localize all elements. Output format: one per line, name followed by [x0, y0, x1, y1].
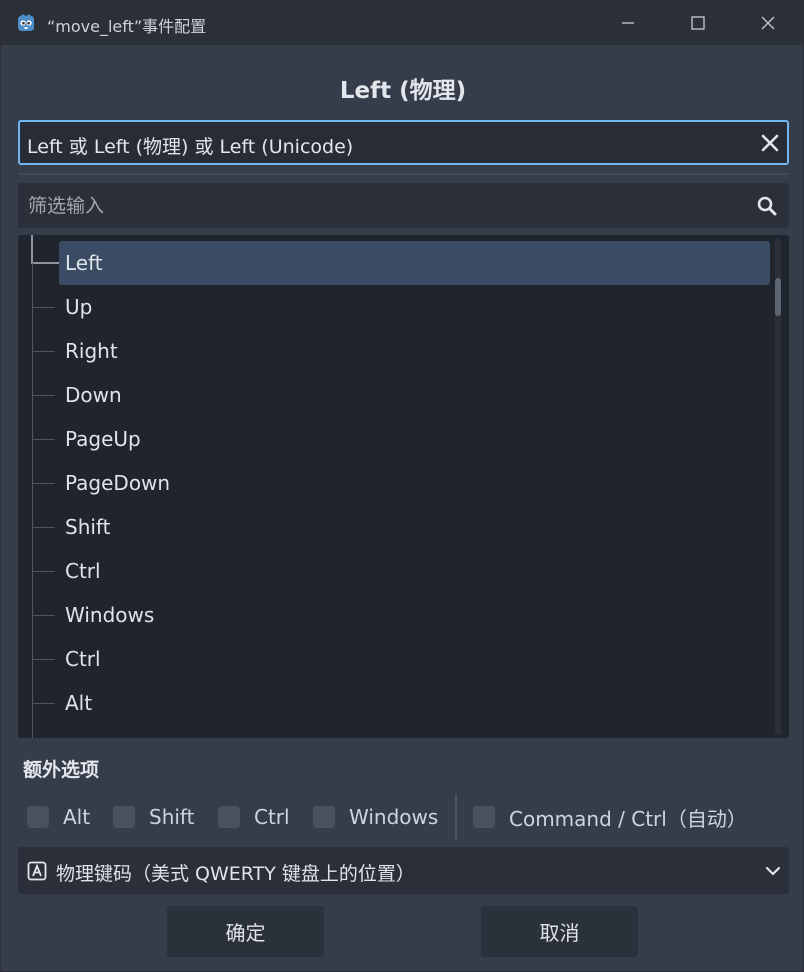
- tree-item-label: Down: [65, 383, 122, 407]
- tree-item-label: Alt: [65, 691, 93, 715]
- tree-guide-line: [33, 307, 55, 308]
- tree-item[interactable]: Down: [33, 373, 770, 417]
- key-location-value: 物理键码（美式 QWERTY 键盘上的位置）: [56, 863, 415, 885]
- tree-item[interactable]: Left: [59, 241, 770, 285]
- input-event-dialog: “move_left”事件配置 Left (物理) Left 或 Left (物…: [0, 0, 804, 972]
- modifier-options: Alt Shift Ctrl Windows Command / Ctrl（自动…: [1, 794, 804, 840]
- modifier-label: Command / Ctrl（自动）: [509, 806, 747, 831]
- tree-item-label: Ctrl: [65, 647, 101, 671]
- modifier-ctrl-checkbox[interactable]: Ctrl: [218, 797, 290, 837]
- tree-item[interactable]: Shift: [33, 505, 770, 549]
- window-title: “move_left”事件配置: [47, 17, 207, 36]
- filter-input[interactable]: [18, 183, 748, 228]
- tree-guide-line: [33, 527, 55, 528]
- tree-item[interactable]: PageUp: [33, 417, 770, 461]
- tree-guide-line: [31, 262, 59, 264]
- clear-icon[interactable]: [758, 131, 782, 155]
- modifier-label: Ctrl: [254, 805, 290, 829]
- tree-item-label: PageUp: [65, 427, 141, 451]
- event-display-field[interactable]: Left 或 Left (物理) 或 Left (Unicode): [18, 120, 789, 165]
- tree-scrollbar[interactable]: [775, 238, 781, 735]
- modifier-command-ctrl-checkbox[interactable]: Command / Ctrl（自动）: [473, 797, 747, 837]
- separator: [455, 794, 457, 840]
- close-icon: [761, 16, 775, 30]
- ok-button[interactable]: 确定: [167, 906, 324, 957]
- tree-guide-line: [32, 263, 33, 738]
- tree-guide-line: [33, 351, 55, 352]
- keyboard-key-icon: [27, 861, 47, 881]
- tree-item[interactable]: Right: [33, 329, 770, 373]
- key-tree[interactable]: Left Up Right Down PageUp PageDown Shift: [18, 235, 789, 738]
- tree-item[interactable]: Ctrl: [33, 637, 770, 681]
- tree-guide-line: [31, 235, 33, 263]
- chevron-down-icon: [765, 866, 781, 876]
- checkbox-box[interactable]: [473, 806, 495, 828]
- tree-item[interactable]: Ctrl: [33, 549, 770, 593]
- modifier-label: Windows: [349, 805, 439, 829]
- checkbox-box[interactable]: [218, 806, 240, 828]
- modifier-label: Alt: [63, 805, 91, 829]
- tree-item-label: PageDown: [65, 471, 171, 495]
- event-display-text: Left 或 Left (物理) 或 Left (Unicode): [27, 136, 354, 158]
- minimize-icon: [622, 22, 634, 24]
- tree-item-label: Windows: [65, 603, 155, 627]
- modifier-alt-checkbox[interactable]: Alt: [27, 797, 90, 837]
- checkbox-box[interactable]: [313, 806, 335, 828]
- tree-guide-line: [33, 483, 55, 484]
- tree-guide-line: [33, 703, 55, 704]
- tree-guide-line: [33, 395, 55, 396]
- checkbox-box[interactable]: [27, 806, 49, 828]
- godot-logo-icon: [18, 14, 34, 31]
- minimize-button[interactable]: [593, 1, 663, 45]
- tree-item-label: Up: [65, 295, 93, 319]
- tree-guide-line: [33, 439, 55, 440]
- modifier-windows-checkbox[interactable]: Windows: [313, 797, 438, 837]
- extra-options-heading: 额外选项: [23, 759, 100, 781]
- tree-item-label: Left: [65, 251, 103, 275]
- key-location-dropdown[interactable]: 物理键码（美式 QWERTY 键盘上的位置）: [18, 847, 789, 894]
- tree-item[interactable]: Windows: [33, 593, 770, 637]
- scrollbar-thumb[interactable]: [775, 278, 781, 316]
- tree-guide-line: [33, 615, 55, 616]
- tree-guide-line: [33, 659, 55, 660]
- cancel-button[interactable]: 取消: [481, 906, 638, 957]
- tree-item-label: Shift: [65, 515, 111, 539]
- tree-item[interactable]: Alt: [33, 681, 770, 725]
- title-bar[interactable]: “move_left”事件配置: [1, 1, 803, 45]
- event-heading: Left (物理): [339, 78, 467, 104]
- maximize-button[interactable]: [663, 1, 733, 45]
- search-icon: [757, 196, 777, 216]
- modifier-label: Shift: [149, 805, 195, 829]
- filter-box[interactable]: [18, 183, 789, 228]
- close-window-button[interactable]: [733, 1, 803, 45]
- checkbox-box[interactable]: [113, 806, 135, 828]
- divider: [18, 173, 789, 175]
- tree-guide-line: [33, 571, 55, 572]
- tree-item[interactable]: Up: [33, 285, 770, 329]
- maximize-icon: [691, 16, 705, 30]
- modifier-shift-checkbox[interactable]: Shift: [113, 797, 194, 837]
- tree-item-label: Right: [65, 339, 118, 363]
- tree-item[interactable]: PageDown: [33, 461, 770, 505]
- tree-item-label: Ctrl: [65, 559, 101, 583]
